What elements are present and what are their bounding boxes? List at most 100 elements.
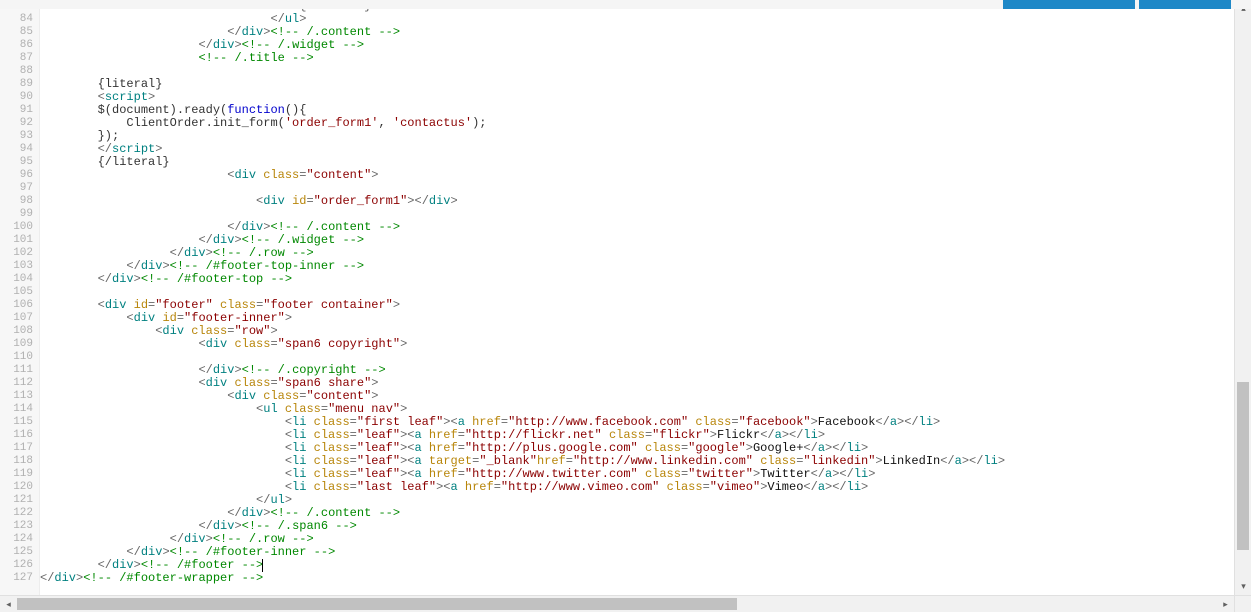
code-content[interactable]: {/section} </ul> </div><!-- /.content --… xyxy=(40,0,1234,595)
vertical-scrollbar[interactable]: ▴ ▾ xyxy=(1234,0,1251,595)
code-token: li xyxy=(292,467,306,481)
code-line[interactable]: </div><!-- /#footer-wrapper --> xyxy=(40,572,1234,585)
code-token: href xyxy=(429,428,458,442)
code-token: class xyxy=(285,402,321,416)
code-line[interactable]: <div class="span6 copyright"> xyxy=(40,338,1234,351)
horizontal-scroll-track[interactable] xyxy=(17,596,1217,612)
line-number: 116 xyxy=(0,429,33,442)
code-token: "footer container" xyxy=(263,298,393,312)
code-token: = xyxy=(270,376,277,390)
code-token: "http://www.linkedin.com" xyxy=(573,454,753,468)
code-token: div xyxy=(429,194,451,208)
code-token: </ xyxy=(803,480,817,494)
code-token: "http://www.vimeo.com" xyxy=(501,480,659,494)
code-token: ></ xyxy=(897,415,919,429)
line-number: 118 xyxy=(0,455,33,468)
code-line[interactable]: ClientOrder.init_form('order_form1', 'co… xyxy=(40,117,1234,130)
code-token: Flickr xyxy=(717,428,760,442)
editor-area[interactable]: 8384858687888990919293949596979899100101… xyxy=(0,0,1234,595)
code-token: div xyxy=(162,324,184,338)
code-token: <!-- /.widget --> xyxy=(242,38,364,52)
line-number: 102 xyxy=(0,247,33,260)
code-token: class xyxy=(314,441,350,455)
code-token: </ xyxy=(270,12,284,26)
code-token: div xyxy=(242,220,264,234)
horizontal-scroll-thumb[interactable] xyxy=(17,598,737,610)
line-number: 84 xyxy=(0,13,33,26)
line-number: 97 xyxy=(0,182,33,195)
code-token: > xyxy=(861,480,868,494)
code-token: "menu nav" xyxy=(328,402,400,416)
code-token: < xyxy=(198,376,205,390)
code-token: ul xyxy=(270,493,284,507)
line-number: 114 xyxy=(0,403,33,416)
code-token: < xyxy=(285,467,292,481)
code-line[interactable]: <div id="order_form1"></div> xyxy=(40,195,1234,208)
code-token: = xyxy=(703,480,710,494)
code-token: "google" xyxy=(688,441,746,455)
code-line[interactable] xyxy=(40,65,1234,78)
code-token: a xyxy=(890,415,897,429)
line-number: 94 xyxy=(0,143,33,156)
code-line[interactable]: </div><!-- /#footer-top --> xyxy=(40,273,1234,286)
code-token: > xyxy=(861,441,868,455)
code-line[interactable]: }); xyxy=(40,130,1234,143)
line-number: 91 xyxy=(0,104,33,117)
code-token: Twitter xyxy=(760,467,810,481)
code-token: class xyxy=(263,168,299,182)
code-token: a xyxy=(415,441,422,455)
code-token: class xyxy=(667,480,703,494)
code-token: a xyxy=(818,441,825,455)
code-token: div xyxy=(112,272,134,286)
code-token: < xyxy=(98,90,105,104)
code-token: li xyxy=(292,428,306,442)
code-token: href xyxy=(429,467,458,481)
code-line[interactable]: <!-- /.title --> xyxy=(40,52,1234,65)
line-number: 125 xyxy=(0,546,33,559)
toolbar-button-2[interactable] xyxy=(1139,0,1231,9)
code-token: = xyxy=(270,337,277,351)
code-token: div xyxy=(206,337,228,351)
code-line[interactable]: <div class="content"> xyxy=(40,169,1234,182)
line-number: 93 xyxy=(0,130,33,143)
code-token: = xyxy=(458,467,465,481)
code-token: <!-- /#footer-inner --> xyxy=(170,545,336,559)
code-token: div xyxy=(263,194,285,208)
code-token: > xyxy=(811,415,818,429)
code-token: div xyxy=(105,298,127,312)
code-token: < xyxy=(285,428,292,442)
code-token: "twitter" xyxy=(688,467,753,481)
code-token: li xyxy=(803,428,817,442)
code-token: <!-- /.title --> xyxy=(198,51,313,65)
code-token: </ xyxy=(170,246,184,260)
code-token: < xyxy=(285,415,292,429)
code-token: 'order_form1' xyxy=(285,116,379,130)
code-token: </ xyxy=(98,558,112,572)
scroll-left-button[interactable]: ◂ xyxy=(0,596,17,612)
vertical-scroll-thumb[interactable] xyxy=(1237,382,1249,550)
code-token: >< xyxy=(400,454,414,468)
line-number: 109 xyxy=(0,338,33,351)
code-line[interactable]: </script> xyxy=(40,143,1234,156)
code-token: class xyxy=(695,415,731,429)
code-token: class xyxy=(314,467,350,481)
code-line[interactable]: {literal} xyxy=(40,78,1234,91)
code-token: </ xyxy=(126,545,140,559)
line-number: 85 xyxy=(0,26,33,39)
scroll-down-button[interactable]: ▾ xyxy=(1235,578,1251,595)
code-token: >< xyxy=(443,415,457,429)
code-token: "http://www.facebook.com" xyxy=(508,415,688,429)
code-token: Vimeo xyxy=(767,480,803,494)
code-token: class xyxy=(645,441,681,455)
code-token: div xyxy=(54,571,76,585)
code-token: > xyxy=(400,337,407,351)
code-token: </ xyxy=(198,233,212,247)
horizontal-scrollbar[interactable]: ◂ ▸ xyxy=(0,595,1234,612)
line-number: 122 xyxy=(0,507,33,520)
toolbar-button-1[interactable] xyxy=(1003,0,1135,9)
code-token: > xyxy=(933,415,940,429)
code-token: {/literal} xyxy=(98,155,170,169)
line-number: 113 xyxy=(0,390,33,403)
vertical-scroll-track[interactable] xyxy=(1235,17,1251,578)
scroll-right-button[interactable]: ▸ xyxy=(1217,596,1234,612)
